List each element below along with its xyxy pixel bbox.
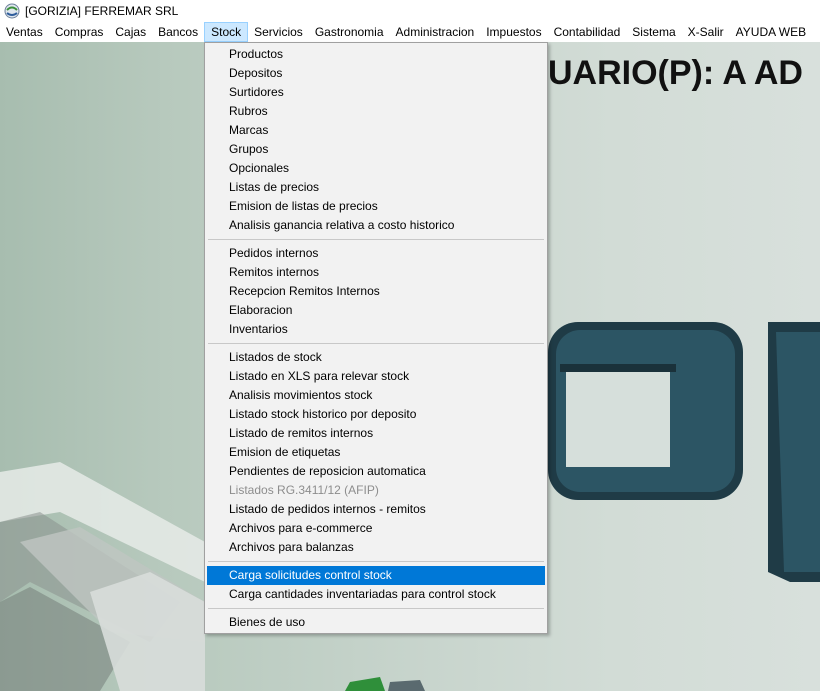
stock-menu-item-depositos[interactable]: Depositos bbox=[207, 64, 545, 83]
menu-cajas[interactable]: Cajas bbox=[109, 22, 152, 42]
stock-menu-item-opcionales[interactable]: Opcionales bbox=[207, 159, 545, 178]
app-logo-icon[interactable] bbox=[4, 3, 20, 19]
stock-menu-item-inventarios[interactable]: Inventarios bbox=[207, 320, 545, 339]
stock-menu-item-pedidos-internos[interactable]: Pedidos internos bbox=[207, 244, 545, 263]
stock-menu-item-grupos[interactable]: Grupos bbox=[207, 140, 545, 159]
stock-menu-item-listados-de-stock[interactable]: Listados de stock bbox=[207, 348, 545, 367]
menu-stock[interactable]: Stock bbox=[204, 22, 249, 42]
menu-impuestos[interactable]: Impuestos bbox=[480, 22, 547, 42]
stock-menu-item-listado-stock-historico-por-deposito[interactable]: Listado stock historico por deposito bbox=[207, 405, 545, 424]
menu-gastronomia[interactable]: Gastronomia bbox=[309, 22, 390, 42]
menu-separator bbox=[208, 343, 544, 344]
stock-menu-item-listado-de-pedidos-internos-remitos[interactable]: Listado de pedidos internos - remitos bbox=[207, 500, 545, 519]
menu-ventas[interactable]: Ventas bbox=[0, 22, 49, 42]
stock-menu-item-listados-rg-3411-12-afip: Listados RG.3411/12 (AFIP) bbox=[229, 483, 379, 497]
stock-dropdown-menu: Productos Depositos Surtidores Rubros Marcas… bbox=[204, 42, 548, 634]
menu-x-salir[interactable]: X-Salir bbox=[682, 22, 730, 42]
title-bar: [GORIZIA] FERREMAR SRL bbox=[0, 0, 820, 22]
user-banner-text: UARIO(P): A AD bbox=[548, 54, 803, 92]
menu-administracion[interactable]: Administracion bbox=[390, 22, 481, 42]
stock-menu-item-carga-solicitudes-control-stock[interactable]: Carga solicitudes control stock bbox=[207, 566, 545, 585]
stock-menu-item-elaboracion[interactable]: Elaboracion bbox=[207, 301, 545, 320]
menu-bancos[interactable]: Bancos bbox=[152, 22, 204, 42]
menu-sistema[interactable]: Sistema bbox=[626, 22, 681, 42]
window-title: [GORIZIA] FERREMAR SRL bbox=[25, 4, 179, 18]
menu-compras[interactable]: Compras bbox=[49, 22, 110, 42]
stock-menu-item-productos[interactable]: Productos bbox=[207, 45, 545, 64]
menu-separator bbox=[208, 561, 544, 562]
menu-ayuda-web[interactable]: AYUDA WEB bbox=[730, 22, 812, 42]
menu-separator bbox=[208, 608, 544, 609]
stock-menu-item-listado-en-xls-para-relevar-stock[interactable]: Listado en XLS para relevar stock bbox=[207, 367, 545, 386]
stock-menu-item-pendientes-de-reposicion-automatica[interactable]: Pendientes de reposicion automatica bbox=[207, 462, 545, 481]
menu-servicios[interactable]: Servicios bbox=[248, 22, 309, 42]
stock-menu-item-archivos-para-balanzas[interactable]: Archivos para balanzas bbox=[207, 538, 545, 557]
stock-menu-item-carga-cantidades-inventariadas-para-control-stock[interactable]: Carga cantidades inventariadas para cont… bbox=[207, 585, 545, 604]
menu-bar: Ventas Compras Cajas Bancos Stock Servicios Ga… bbox=[0, 22, 820, 42]
stock-menu-item-rubros[interactable]: Rubros bbox=[207, 102, 545, 121]
stock-menu-item-bienes-de-uso[interactable]: Bienes de uso bbox=[207, 613, 545, 632]
stock-menu-item-listado-de-remitos-internos[interactable]: Listado de remitos internos bbox=[207, 424, 545, 443]
menu-contabilidad[interactable]: Contabilidad bbox=[548, 22, 627, 42]
stock-menu-item-emision-de-listas-de-precios[interactable]: Emision de listas de precios bbox=[207, 197, 545, 216]
stock-menu-item-archivos-para-e-commerce[interactable]: Archivos para e-commerce bbox=[207, 519, 545, 538]
stock-menu-item-listas-de-precios[interactable]: Listas de precios bbox=[207, 178, 545, 197]
stock-menu-item-marcas[interactable]: Marcas bbox=[207, 121, 545, 140]
stock-menu-item-analisis-movimientos-stock[interactable]: Analisis movimientos stock bbox=[207, 386, 545, 405]
stock-menu-item-surtidores[interactable]: Surtidores bbox=[207, 83, 545, 102]
stock-menu-item-emision-de-etiquetas[interactable]: Emision de etiquetas bbox=[207, 443, 545, 462]
stock-menu-item-recepcion-remitos-internos[interactable]: Recepcion Remitos Internos bbox=[207, 282, 545, 301]
stock-menu-item-analisis-ganancia-relativa-a-costo-historico[interactable]: Analisis ganancia relativa a costo histo… bbox=[207, 216, 545, 235]
stock-menu-item-remitos-internos[interactable]: Remitos internos bbox=[207, 263, 545, 282]
menu-separator bbox=[208, 239, 544, 240]
